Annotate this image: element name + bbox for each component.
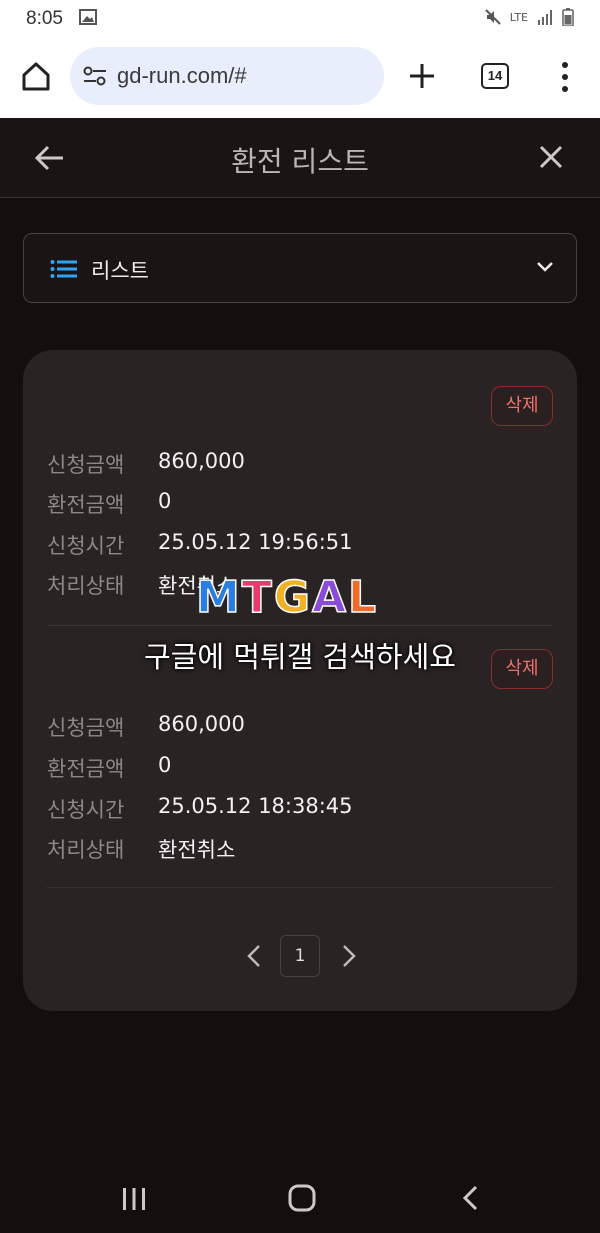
close-icon[interactable] — [536, 142, 566, 172]
home-icon[interactable] — [16, 56, 56, 96]
status-bar: 8:05 LTE — [0, 0, 600, 38]
status-label: 처리상태 — [47, 574, 125, 598]
signal-icon — [538, 10, 552, 25]
back-nav-icon[interactable] — [460, 1184, 482, 1212]
battery-icon — [562, 8, 574, 26]
exchange-amount-label: 환전금액 — [47, 493, 125, 517]
record-divider — [47, 887, 553, 888]
status-label: 처리상태 — [47, 838, 125, 862]
request-amount-value: 860,000 — [158, 712, 245, 736]
exchange-amount-label: 환전금액 — [47, 757, 125, 781]
status-value: 환전취소 — [158, 838, 236, 862]
page-number-button[interactable]: 1 — [280, 935, 320, 977]
mtgal-watermark-logo: MTGAL — [195, 571, 379, 624]
home-nav-icon[interactable] — [288, 1184, 316, 1212]
exchange-amount-value: 0 — [158, 489, 172, 513]
status-icons: LTE — [484, 8, 574, 26]
request-amount-value: 860,000 — [158, 449, 245, 473]
record-divider — [47, 625, 553, 626]
new-tab-icon[interactable] — [404, 58, 440, 94]
tab-switcher-button[interactable]: 14 — [481, 63, 509, 89]
list-dropdown[interactable]: 리스트 — [23, 233, 577, 303]
chevron-right-icon[interactable] — [338, 944, 358, 968]
page-title: 환전 리스트 — [231, 145, 369, 178]
browser-toolbar: gd-run.com/# 14 — [0, 38, 600, 118]
recent-apps-icon[interactable] — [120, 1186, 148, 1212]
request-amount-label: 신청금액 — [47, 453, 125, 477]
request-time-value: 25.05.12 18:38:45 — [158, 794, 353, 818]
request-amount-label: 신청금액 — [47, 716, 125, 740]
exchange-amount-value: 0 — [158, 753, 172, 777]
delete-button[interactable]: 삭제 — [491, 386, 553, 426]
status-time: 8:05 — [26, 8, 63, 29]
chevron-left-icon[interactable] — [245, 944, 265, 968]
request-time-label: 신청시간 — [47, 534, 125, 558]
app-header: 환전 리스트 — [0, 118, 600, 198]
url-text: gd-run.com/# — [117, 63, 247, 88]
request-time-label: 신청시간 — [47, 798, 125, 822]
chevron-down-icon — [537, 262, 553, 272]
address-bar[interactable]: gd-run.com/# — [70, 47, 384, 105]
more-menu-icon[interactable] — [555, 60, 575, 94]
network-label: LTE — [509, 10, 528, 24]
mute-icon — [484, 9, 501, 25]
list-icon — [50, 260, 77, 278]
pagination: 1 — [0, 935, 600, 977]
request-time-value: 25.05.12 19:56:51 — [158, 530, 353, 554]
site-settings-icon[interactable] — [82, 64, 108, 88]
watermark-text: 구글에 먹튀갤 검색하세요 — [144, 640, 456, 674]
dropdown-label: 리스트 — [91, 259, 149, 283]
image-notification-icon — [79, 9, 97, 25]
system-nav-bar — [0, 1150, 600, 1233]
